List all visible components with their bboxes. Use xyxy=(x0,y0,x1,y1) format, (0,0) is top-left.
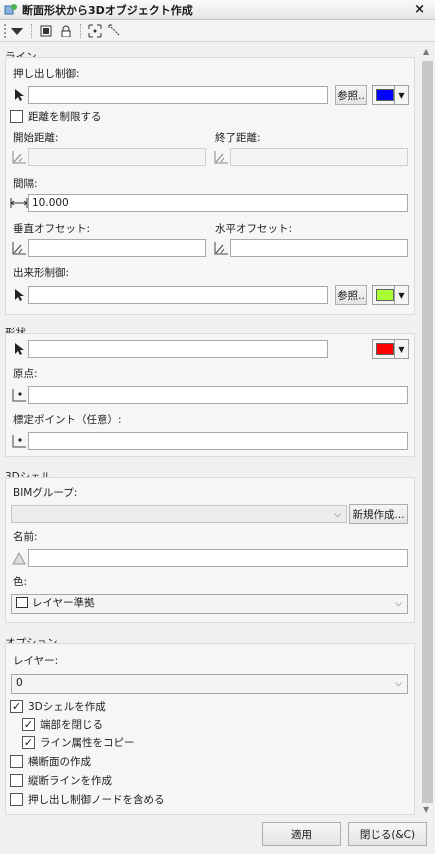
distance-icon xyxy=(10,148,28,166)
horizontal-offset-label: 水平オフセット: xyxy=(215,223,293,235)
close-button[interactable]: 閉じる(&C) xyxy=(348,822,427,846)
color-label: 色: xyxy=(13,576,28,588)
create-long-line-checkbox[interactable] xyxy=(10,774,23,787)
shell-name-input[interactable] xyxy=(28,549,408,567)
interval-input[interactable]: 10.000 xyxy=(28,194,408,212)
copy-line-attr-checkbox[interactable]: ✓ xyxy=(22,736,35,749)
toolbar-separator xyxy=(31,23,32,38)
create-cross-section-checkbox[interactable] xyxy=(10,755,23,768)
line-section: 押し出し制御: 参照.. ▼ 距離を制限する 開始距離: 終了距離: 間隔: 1… xyxy=(5,57,415,315)
end-distance-input xyxy=(230,148,408,166)
chevron-down-icon: ▼ xyxy=(394,86,408,104)
origin-point-icon xyxy=(10,386,28,404)
layer-select[interactable]: 0 ⌵ xyxy=(11,674,408,694)
finish-label: 出来形制御: xyxy=(13,267,70,279)
marker-point-icon xyxy=(10,432,28,450)
chevron-down-icon: ▼ xyxy=(394,340,408,358)
shell-color-value: レイヤー準拠 xyxy=(32,597,95,609)
scroll-up-icon[interactable]: ▲ xyxy=(423,47,429,56)
shell-color-select[interactable]: レイヤー準拠 ⌵ xyxy=(11,594,408,614)
chevron-down-icon: ⌵ xyxy=(334,510,341,520)
name-label: 名前: xyxy=(13,531,38,543)
chevron-down-icon: ▼ xyxy=(394,286,408,304)
end-distance-label: 終了距離: xyxy=(215,132,261,144)
pick-cursor-icon[interactable] xyxy=(10,86,28,104)
distance-icon xyxy=(212,148,230,166)
pick-cursor-icon[interactable] xyxy=(10,340,28,358)
interval-label: 間隔: xyxy=(13,178,38,190)
marker-label: 標定ポイント（任意）: xyxy=(13,414,122,426)
extrude-label: 押し出し制御: xyxy=(13,68,80,80)
shell-name-icon xyxy=(10,549,28,567)
include-nodes-label: 押し出し制御ノードを含める xyxy=(28,794,165,806)
create-cross-section-label: 横断面の作成 xyxy=(28,756,91,768)
shape-input[interactable] xyxy=(28,340,328,358)
expand-icon[interactable] xyxy=(85,22,105,40)
chevron-down-icon: ⌵ xyxy=(395,599,402,609)
shape-color-picker[interactable]: ▼ xyxy=(372,339,409,359)
extrude-color-picker[interactable]: ▼ xyxy=(372,85,409,105)
select-icon[interactable] xyxy=(36,22,56,40)
window-title: 断面形状から3Dオブジェクト作成 xyxy=(22,3,193,17)
app-icon xyxy=(4,3,18,17)
vertical-offset-label: 垂直オフセット: xyxy=(13,223,91,235)
browse-button[interactable]: 参照.. xyxy=(335,85,367,105)
start-distance-label: 開始距離: xyxy=(13,132,59,144)
panel-content: ライン 押し出し制御: 参照.. ▼ 距離を制限する 開始距離: 終了距離: 間… xyxy=(0,43,420,819)
shape-section: ▼ 原点: 標定ポイント（任意）: xyxy=(5,333,415,457)
extrude-input[interactable] xyxy=(28,86,328,104)
copy-line-attr-label: ライン属性をコピー xyxy=(40,737,135,749)
create-shell-checkbox[interactable]: ✓ xyxy=(10,700,23,713)
layer-label: レイヤー: xyxy=(13,655,59,667)
shrink-icon[interactable] xyxy=(105,22,125,40)
lock-icon[interactable] xyxy=(56,22,76,40)
dropdown-icon[interactable] xyxy=(7,22,27,40)
horizontal-offset-icon xyxy=(212,239,230,257)
finish-color-picker[interactable]: ▼ xyxy=(372,285,409,305)
finish-input[interactable] xyxy=(28,286,328,304)
chevron-down-icon: ⌵ xyxy=(395,679,402,689)
close-icon[interactable]: × xyxy=(414,2,425,17)
options-section: レイヤー: 0 ⌵ ✓ 3Dシェルを作成 ✓ 端部を閉じる ✓ ライン属性をコピ… xyxy=(5,643,415,815)
close-ends-label: 端部を閉じる xyxy=(40,719,103,731)
title-bar: 断面形状から3Dオブジェクト作成 × xyxy=(0,0,435,20)
bim-group-label: BIMグループ: xyxy=(13,487,78,499)
limit-distance-checkbox[interactable] xyxy=(10,110,23,123)
toolbar xyxy=(0,20,435,42)
interval-icon xyxy=(10,194,28,212)
apply-button[interactable]: 適用 xyxy=(262,822,341,846)
toolbar-separator xyxy=(80,23,81,38)
create-shell-label: 3Dシェルを作成 xyxy=(28,701,106,713)
scroll-down-icon[interactable]: ▼ xyxy=(423,805,429,814)
start-distance-input xyxy=(28,148,206,166)
new-bim-group-button[interactable]: 新規作成... xyxy=(349,504,408,524)
scrollbar-thumb[interactable] xyxy=(422,61,433,803)
limit-distance-label: 距離を制限する xyxy=(28,111,102,123)
close-ends-checkbox[interactable]: ✓ xyxy=(22,718,35,731)
color-swatch xyxy=(376,89,394,101)
origin-input[interactable] xyxy=(28,386,408,404)
vertical-offset-icon xyxy=(10,239,28,257)
pick-cursor-icon[interactable] xyxy=(10,286,28,304)
create-long-line-label: 縦断ラインを作成 xyxy=(28,775,112,787)
color-swatch xyxy=(16,597,28,608)
layer-value: 0 xyxy=(16,677,23,689)
shell-section: BIMグループ: ⌵ 新規作成... 名前: 色: レイヤー準拠 ⌵ xyxy=(5,477,415,623)
marker-input[interactable] xyxy=(28,432,408,450)
include-nodes-checkbox[interactable] xyxy=(10,793,23,806)
horizontal-offset-input[interactable] xyxy=(230,239,408,257)
finish-browse-button[interactable]: 参照.. xyxy=(335,285,367,305)
color-swatch xyxy=(376,343,394,355)
vertical-offset-input[interactable] xyxy=(28,239,206,257)
color-swatch xyxy=(376,289,394,301)
vertical-scrollbar[interactable]: ▲ ▼ xyxy=(420,43,435,819)
footer: 適用 閉じる(&C) xyxy=(0,819,435,854)
bim-group-select[interactable]: ⌵ xyxy=(11,505,347,523)
origin-label: 原点: xyxy=(13,368,38,380)
